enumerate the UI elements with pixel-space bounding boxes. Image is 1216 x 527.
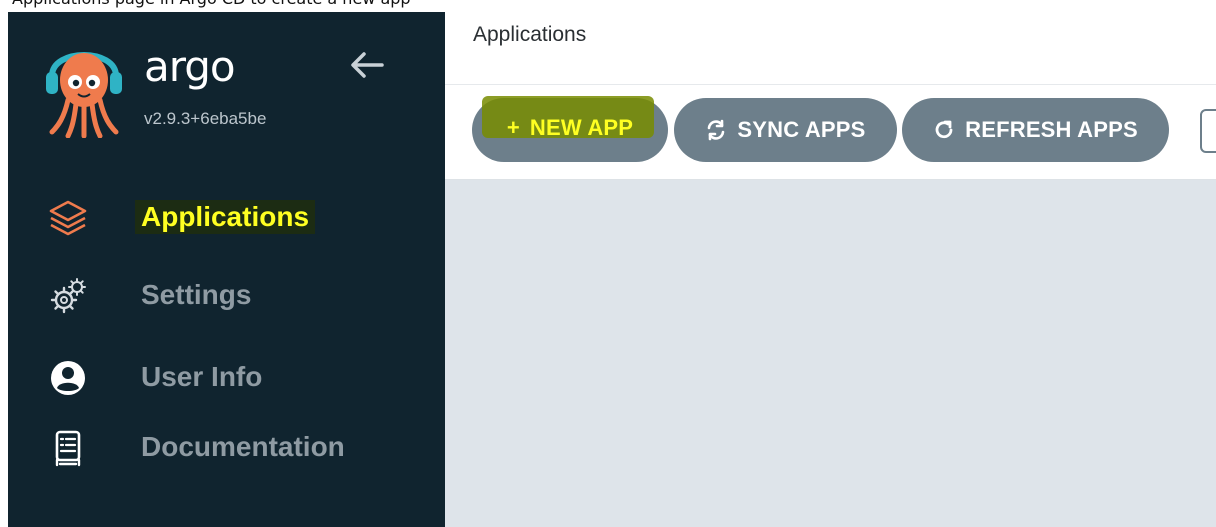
- argo-octopus-logo: [46, 52, 122, 138]
- sidebar-item-applications[interactable]: Applications: [48, 192, 428, 240]
- document-caption: Applications page in Argo CD to create a…: [0, 0, 1216, 12]
- new-app-button[interactable]: + NEW APP: [472, 96, 668, 162]
- applications-content: [445, 180, 1216, 527]
- arrow-left-icon[interactable]: [348, 50, 386, 80]
- sidebar-item-label: Settings: [141, 279, 252, 310]
- new-app-label: NEW APP: [529, 115, 634, 140]
- sync-apps-button[interactable]: SYNC APPS: [674, 98, 897, 162]
- refresh-apps-label: REFRESH APPS: [965, 117, 1138, 142]
- sidebar-item-label: Documentation: [141, 431, 345, 462]
- book-icon: [55, 430, 81, 467]
- layers-icon: [49, 200, 87, 236]
- sync-apps-label: SYNC APPS: [737, 117, 866, 142]
- app-version: v2.9.3+6eba5be: [144, 109, 267, 128]
- sidebar-item-documentation[interactable]: Documentation: [48, 422, 428, 470]
- app-window: Applications page in Argo CD to create a…: [0, 0, 1216, 527]
- plus-icon: +: [506, 115, 520, 140]
- sidebar-item-settings[interactable]: Settings: [48, 270, 428, 318]
- brand-name: argo: [144, 42, 236, 91]
- sidebar-item-label: User Info: [141, 361, 263, 392]
- sidebar-item-user-info[interactable]: User Info: [48, 352, 428, 400]
- filter-button[interactable]: [1200, 109, 1216, 153]
- sidebar: argo v2.9.3+6eba5be Applications Setting…: [8, 12, 445, 527]
- gears-icon: [50, 278, 86, 314]
- sidebar-item-label: Applications: [135, 200, 316, 234]
- page-title: Applications: [473, 23, 587, 46]
- sync-icon: [708, 119, 725, 141]
- caption-text: Applications page in Argo CD to create a…: [12, 0, 411, 8]
- refresh-icon: [935, 120, 953, 139]
- user-circle-icon: [51, 361, 85, 395]
- refresh-apps-button[interactable]: REFRESH APPS: [902, 98, 1169, 162]
- toolbar: + NEW APP SYNC APPS REFRESH APPS: [445, 85, 1216, 180]
